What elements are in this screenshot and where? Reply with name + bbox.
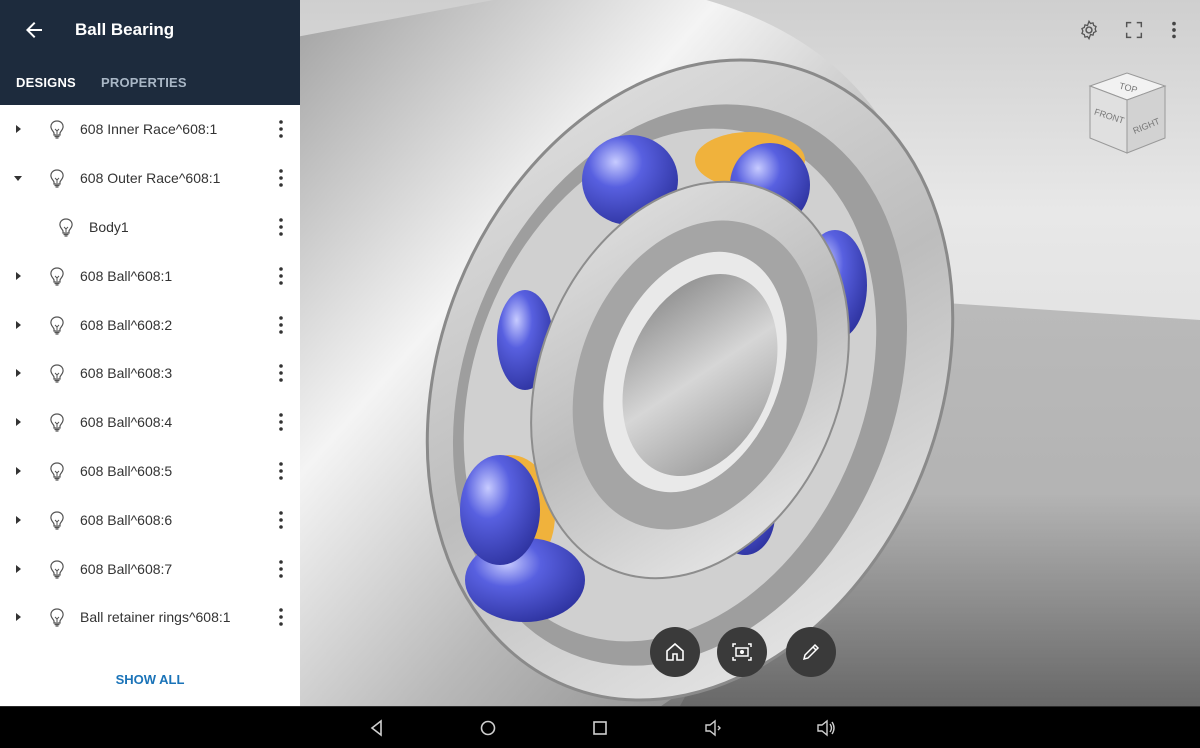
tree-row[interactable]: 608 Ball^608:5 (0, 447, 300, 496)
more-vert-icon[interactable] (272, 314, 290, 336)
screenshot-button[interactable] (717, 627, 767, 677)
tree-row[interactable]: 608 Ball^608:2 (0, 300, 300, 349)
visibility-bulb-icon[interactable] (48, 266, 66, 286)
recents-square-icon[interactable] (590, 718, 610, 738)
more-vert-icon[interactable] (272, 167, 290, 189)
visibility-bulb-icon[interactable] (48, 315, 66, 335)
tree-row-label: 608 Ball^608:1 (80, 267, 173, 284)
more-vert-icon[interactable] (272, 216, 290, 238)
caret-right-icon[interactable] (12, 416, 24, 428)
tree-row[interactable]: 608 Outer Race^608:1 (0, 154, 300, 203)
more-vert-icon[interactable] (272, 558, 290, 580)
design-tree: 608 Inner Race^608:1 608 Outer Race^608:1… (0, 105, 300, 642)
home-view-button[interactable] (650, 627, 700, 677)
back-arrow-icon[interactable] (22, 18, 46, 42)
markup-pencil-icon (802, 643, 820, 661)
visibility-bulb-icon[interactable] (48, 559, 66, 579)
home-circle-icon[interactable] (478, 718, 498, 738)
tab-properties[interactable]: PROPERTIES (101, 75, 187, 90)
visibility-bulb-icon[interactable] (48, 119, 66, 139)
volume-down-icon[interactable] (703, 718, 723, 738)
visibility-bulb-icon[interactable] (57, 217, 75, 237)
visibility-bulb-icon[interactable] (48, 461, 66, 481)
tree-row[interactable]: 608 Ball^608:4 (0, 398, 300, 447)
tree-row[interactable]: 608 Ball^608:3 (0, 349, 300, 398)
tree-row-label: 608 Ball^608:3 (80, 365, 173, 382)
tree-row-label: Ball retainer rings^608:1 (80, 609, 231, 626)
caret-right-icon[interactable] (12, 319, 24, 331)
tree-row[interactable]: Body1 (0, 203, 300, 252)
caret-right-icon[interactable] (12, 123, 24, 135)
more-vert-icon[interactable] (272, 362, 290, 384)
visibility-bulb-icon[interactable] (48, 510, 66, 530)
caret-down-icon[interactable] (12, 172, 24, 184)
fullscreen-icon[interactable] (1123, 19, 1145, 41)
caret-right-icon[interactable] (12, 514, 24, 526)
tree-row[interactable]: Ball retainer rings^608:1 (0, 593, 300, 642)
caret-right-icon[interactable] (12, 367, 24, 379)
view-cube[interactable]: TOP FRONT RIGHT (1085, 68, 1170, 158)
screenshot-icon (732, 643, 752, 661)
tab-designs[interactable]: DESIGNS (16, 75, 76, 90)
panel-header: Ball Bearing DESIGNS PROPERTIES (0, 0, 300, 105)
tree-row[interactable]: 608 Ball^608:7 (0, 544, 300, 593)
tree-row-label: 608 Ball^608:2 (80, 316, 173, 333)
browser-panel: Ball Bearing DESIGNS PROPERTIES 608 Inne… (0, 0, 300, 706)
page-title: Ball Bearing (75, 20, 175, 39)
visibility-bulb-icon[interactable] (48, 363, 66, 383)
tree-row[interactable]: 608 Ball^608:6 (0, 495, 300, 544)
back-triangle-icon[interactable] (367, 718, 387, 738)
settings-icon[interactable] (1078, 19, 1100, 41)
show-all-button[interactable]: SHOW ALL (0, 672, 300, 687)
more-vert-icon[interactable] (1164, 19, 1184, 41)
tree-row-label: 608 Ball^608:7 (80, 560, 173, 577)
caret-right-icon[interactable] (12, 465, 24, 477)
tree-row[interactable]: 608 Ball^608:1 (0, 251, 300, 300)
more-vert-icon[interactable] (272, 606, 290, 628)
visibility-bulb-icon[interactable] (48, 607, 66, 627)
tree-row-label: 608 Inner Race^608:1 (80, 121, 218, 138)
visibility-bulb-icon[interactable] (48, 168, 66, 188)
tree-row-label: 608 Ball^608:6 (80, 511, 173, 528)
more-vert-icon[interactable] (272, 460, 290, 482)
tree-row-label: 608 Outer Race^608:1 (80, 170, 221, 187)
tree-row[interactable]: 608 Inner Race^608:1 (0, 105, 300, 154)
bearing-model (300, 0, 1200, 706)
model-viewport[interactable]: TOP FRONT RIGHT (300, 0, 1200, 706)
more-vert-icon[interactable] (272, 265, 290, 287)
more-vert-icon[interactable] (272, 118, 290, 140)
more-vert-icon[interactable] (272, 411, 290, 433)
volume-up-icon[interactable] (816, 718, 836, 738)
tree-row-label: Body1 (89, 218, 129, 235)
caret-right-icon[interactable] (12, 270, 24, 282)
tree-row-label: 608 Ball^608:4 (80, 414, 173, 431)
tree-row-label: 608 Ball^608:5 (80, 462, 173, 479)
caret-right-icon[interactable] (12, 611, 24, 623)
visibility-bulb-icon[interactable] (48, 412, 66, 432)
caret-right-icon[interactable] (12, 563, 24, 575)
more-vert-icon[interactable] (272, 509, 290, 531)
markup-button[interactable] (786, 627, 836, 677)
system-nav-bar (0, 706, 1200, 748)
home-icon (666, 642, 684, 661)
